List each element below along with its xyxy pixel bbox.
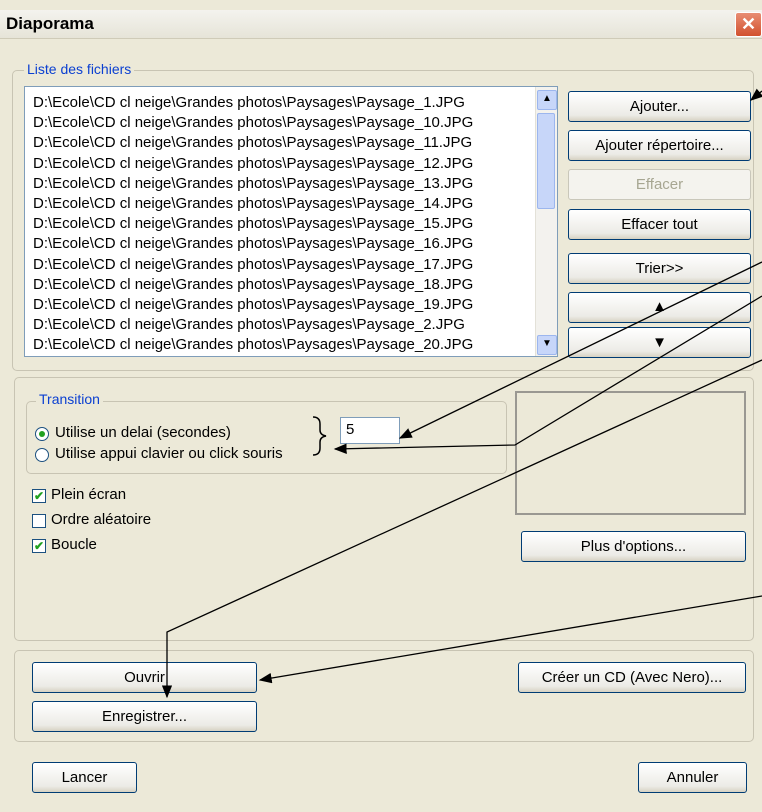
ajouter-button[interactable]: Ajouter... [568, 91, 751, 122]
file-list-item[interactable]: D:\Ecole\CD cl neige\Grandes photos\Pays… [33, 154, 473, 174]
file-list-item[interactable]: D:\Ecole\CD cl neige\Grandes photos\Pays… [33, 174, 473, 194]
trier-button[interactable]: Trier>> [568, 253, 751, 284]
lancer-button[interactable]: Lancer [32, 762, 137, 793]
ordre-aleatoire-checkbox[interactable] [32, 514, 46, 528]
file-list-item[interactable]: D:\Ecole\CD cl neige\Grandes photos\Pays… [33, 355, 473, 356]
ordre-aleatoire-label[interactable]: Ordre aléatoire [51, 511, 151, 528]
ajouter-repertoire-button[interactable]: Ajouter répertoire... [568, 130, 751, 161]
move-down-button[interactable]: ▼ [568, 327, 751, 358]
title-bar: Diaporama [0, 10, 762, 39]
file-list-item[interactable]: D:\Ecole\CD cl neige\Grandes photos\Pays… [33, 113, 473, 133]
radio-clavier[interactable] [35, 448, 49, 462]
boucle-checkbox[interactable]: ✔ [32, 539, 46, 553]
plein-ecran-label[interactable]: Plein écran [51, 486, 126, 503]
move-up-button[interactable]: ▲ [568, 292, 751, 323]
file-list-items: D:\Ecole\CD cl neige\Grandes photos\Pays… [33, 93, 473, 356]
file-list-item[interactable]: D:\Ecole\CD cl neige\Grandes photos\Pays… [33, 335, 473, 355]
plus-options-button[interactable]: Plus d'options... [521, 531, 746, 562]
plein-ecran-checkbox[interactable]: ✔ [32, 489, 46, 503]
file-list-item[interactable]: D:\Ecole\CD cl neige\Grandes photos\Pays… [33, 295, 473, 315]
enregistrer-button[interactable]: Enregistrer... [32, 701, 257, 732]
file-list-item[interactable]: D:\Ecole\CD cl neige\Grandes photos\Pays… [33, 93, 473, 113]
file-list-item[interactable]: D:\Ecole\CD cl neige\Grandes photos\Pays… [33, 255, 473, 275]
effacer-button[interactable]: Effacer [568, 169, 751, 200]
file-list-item[interactable]: D:\Ecole\CD cl neige\Grandes photos\Pays… [33, 133, 473, 153]
files-legend: Liste des fichiers [24, 61, 135, 77]
effacer-tout-button[interactable]: Effacer tout [568, 209, 751, 240]
down-arrow-icon: ▼ [652, 334, 667, 351]
boucle-label[interactable]: Boucle [51, 536, 97, 553]
scroll-up-icon[interactable]: ▲ [537, 90, 557, 110]
scroll-thumb[interactable] [537, 113, 555, 209]
up-arrow-icon: ▲ [652, 298, 667, 315]
file-list-scrollbar[interactable]: ▲ ▼ [535, 87, 557, 356]
file-list-item[interactable]: D:\Ecole\CD cl neige\Grandes photos\Pays… [33, 315, 473, 335]
file-list-item[interactable]: D:\Ecole\CD cl neige\Grandes photos\Pays… [33, 275, 473, 295]
file-list-item[interactable]: D:\Ecole\CD cl neige\Grandes photos\Pays… [33, 214, 473, 234]
transition-legend: Transition [36, 391, 103, 407]
window-title: Diaporama [6, 14, 94, 33]
file-list[interactable]: D:\Ecole\CD cl neige\Grandes photos\Pays… [24, 86, 558, 357]
radio-delai-label[interactable]: Utilise un delai (secondes) [55, 424, 231, 441]
ouvrir-button[interactable]: Ouvrir [32, 662, 257, 693]
image-preview [515, 391, 746, 515]
delay-input[interactable]: 5 [340, 417, 400, 444]
radio-delai[interactable] [35, 427, 49, 441]
creer-cd-button[interactable]: Créer un CD (Avec Nero)... [518, 662, 746, 693]
annuler-button[interactable]: Annuler [638, 762, 747, 793]
scroll-down-icon[interactable]: ▼ [537, 335, 557, 355]
close-button[interactable]: ✕ [735, 12, 762, 37]
file-list-item[interactable]: D:\Ecole\CD cl neige\Grandes photos\Pays… [33, 234, 473, 254]
file-list-item[interactable]: D:\Ecole\CD cl neige\Grandes photos\Pays… [33, 194, 473, 214]
radio-clavier-label[interactable]: Utilise appui clavier ou click souris [55, 445, 283, 462]
